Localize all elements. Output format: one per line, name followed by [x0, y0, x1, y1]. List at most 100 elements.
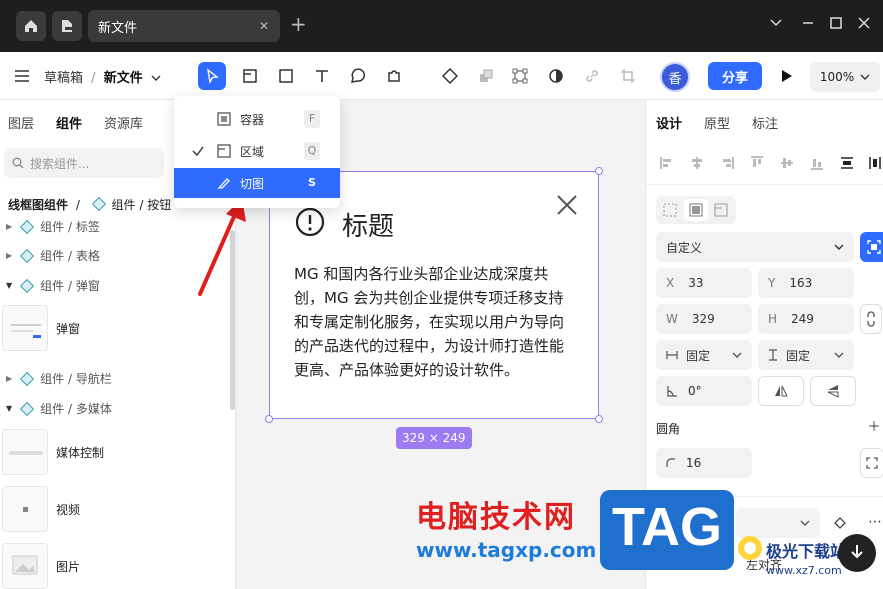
breadcrumb-parent[interactable]: 草稿箱: [44, 71, 83, 86]
play-button[interactable]: [772, 62, 800, 90]
speech-bubble-icon: [350, 68, 365, 83]
move-tool-button[interactable]: [198, 62, 226, 90]
align-left-icon[interactable]: [660, 156, 674, 170]
menu-item-slice[interactable]: 切图 S: [174, 168, 340, 198]
avatar[interactable]: 香: [660, 62, 690, 92]
list-item[interactable]: 视频: [2, 486, 230, 532]
brand-logo-icon: [738, 536, 762, 560]
hamburger-icon[interactable]: [8, 62, 36, 90]
breadcrumb-root[interactable]: 线框图组件: [8, 198, 68, 212]
width-mode-select[interactable]: 固定: [656, 340, 752, 370]
align-center-h-icon[interactable]: [690, 156, 704, 170]
rotation-field[interactable]: 0°: [656, 376, 752, 406]
caret-right-icon: ▶: [6, 222, 13, 231]
file-breadcrumb[interactable]: 草稿箱 / 新文件: [44, 67, 161, 86]
caret-down-icon: ▼: [6, 281, 13, 290]
divider: [646, 184, 883, 185]
plugin-tool-button[interactable]: [380, 62, 408, 90]
rectangle-tool-button[interactable]: [272, 62, 300, 90]
home-button[interactable]: [16, 11, 46, 41]
distribute-vertical-icon[interactable]: [840, 156, 854, 170]
menu-item-container[interactable]: 容器 F: [174, 104, 340, 134]
minimize-icon[interactable]: [798, 16, 818, 36]
width-field[interactable]: W 329: [656, 304, 752, 334]
tab-annotate[interactable]: 标注: [752, 113, 778, 132]
component-name: 弹窗: [56, 322, 81, 336]
dashed-frame-icon[interactable]: [663, 203, 677, 217]
link-button[interactable]: [578, 62, 606, 90]
search-input[interactable]: 搜索组件...: [4, 148, 164, 178]
align-bottom-icon[interactable]: [810, 156, 824, 170]
new-tab-button[interactable]: +: [290, 12, 307, 36]
height-field[interactable]: H 249: [758, 304, 854, 334]
group-tags[interactable]: ▶ 组件 / 标签: [6, 218, 100, 235]
tab-prototype[interactable]: 原型: [704, 113, 730, 132]
group-label: 组件 / 多媒体: [40, 402, 112, 416]
group-label: 组件 / 导航栏: [40, 372, 112, 386]
list-item[interactable]: 弹窗: [2, 305, 230, 351]
corner-radius-field[interactable]: 16: [656, 448, 752, 478]
image-icon: [12, 555, 38, 575]
align-middle-icon[interactable]: [780, 156, 794, 170]
chevron-down-icon[interactable]: [151, 71, 161, 86]
close-window-icon[interactable]: [854, 16, 874, 36]
resize-handle[interactable]: [595, 415, 603, 423]
list-item[interactable]: 媒体控制: [2, 429, 230, 475]
flip-horizontal-button[interactable]: [758, 376, 804, 406]
fixed-width-icon: [666, 351, 678, 359]
section-icon[interactable]: [714, 203, 728, 217]
distribute-horizontal-icon[interactable]: [868, 156, 882, 170]
group-dialogs[interactable]: ▼ 组件 / 弹窗: [6, 277, 100, 294]
tab-components[interactable]: 组件: [56, 113, 82, 132]
x-field[interactable]: X 33: [656, 268, 752, 298]
tab-layers[interactable]: 图层: [8, 113, 34, 132]
lock-ratio-button[interactable]: [860, 304, 882, 334]
container-mode-button[interactable]: [684, 199, 708, 221]
y-field[interactable]: Y 163: [758, 268, 854, 298]
group-media[interactable]: ▼ 组件 / 多媒体: [6, 400, 112, 417]
breadcrumb-leaf[interactable]: 组件 / 按钮: [112, 198, 172, 212]
files-button[interactable]: [52, 11, 82, 41]
tab-new-file[interactable]: 新文件 ✕: [88, 10, 280, 42]
crop-button[interactable]: [614, 62, 642, 90]
frame-tool-button[interactable]: [236, 62, 264, 90]
height-mode-select[interactable]: 固定: [758, 340, 854, 370]
download-button[interactable]: [838, 534, 876, 572]
component-button[interactable]: [436, 62, 464, 90]
chevron-down-icon: [732, 352, 742, 358]
shape-tool-button[interactable]: [344, 62, 372, 90]
flip-vertical-button[interactable]: [810, 376, 856, 406]
flip-vertical-icon: [827, 385, 839, 398]
maximize-icon[interactable]: [826, 16, 846, 36]
resize-handle[interactable]: [595, 167, 603, 175]
text-tool-button[interactable]: [308, 62, 336, 90]
chevron-down-icon[interactable]: [766, 16, 786, 36]
fit-frame-button[interactable]: [860, 232, 883, 262]
tab-assets[interactable]: 资源库: [104, 113, 143, 132]
resize-handle[interactable]: [265, 415, 273, 423]
close-icon[interactable]: [556, 194, 578, 216]
frame-type-toggle: [656, 196, 736, 224]
breadcrumb-current[interactable]: 新文件: [104, 71, 143, 86]
component-thumbnail: [2, 486, 48, 532]
mask-button[interactable]: [506, 62, 534, 90]
tab-design[interactable]: 设计: [656, 113, 682, 132]
align-right-icon[interactable]: [720, 156, 734, 170]
zoom-select[interactable]: 100%: [810, 62, 880, 92]
move-icon[interactable]: [868, 420, 880, 432]
group-tables[interactable]: ▶ 组件 / 表格: [6, 247, 100, 264]
component-icon: [20, 219, 35, 234]
tab-close-icon[interactable]: ✕: [256, 18, 272, 34]
share-button[interactable]: 分享: [708, 62, 762, 90]
menu-item-section[interactable]: 区域 Q: [174, 136, 340, 166]
contrast-button[interactable]: [542, 62, 570, 90]
independent-corners-button[interactable]: [860, 448, 883, 478]
list-item[interactable]: 图片: [2, 543, 230, 589]
size-preset-select[interactable]: 自定义: [656, 232, 854, 262]
x-label: X: [666, 276, 675, 290]
group-navbar[interactable]: ▶ 组件 / 导航栏: [6, 370, 112, 387]
align-top-icon[interactable]: [750, 156, 764, 170]
boolean-button[interactable]: [472, 62, 500, 90]
dialog-frame[interactable]: 标题 MG 和国内各行业头部企业达成深度共创，MG 会为共创企业提供专项迁移支持…: [265, 167, 603, 423]
watermark-tag-text: TAG: [612, 497, 722, 557]
